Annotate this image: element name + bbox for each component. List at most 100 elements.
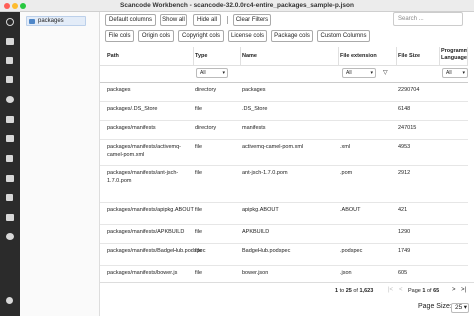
header-path[interactable]: Path (107, 47, 194, 65)
header-file-size[interactable]: File Size (398, 47, 440, 65)
cell-path: packages/manifests (107, 125, 156, 131)
file-info-icon[interactable] (6, 57, 13, 64)
nav-sidebar (0, 12, 20, 316)
row-range: 1 to 25 of 1,623 (335, 288, 374, 294)
packages-icon[interactable] (6, 116, 14, 123)
cell-name: APKBUILD (242, 229, 270, 235)
maximize-window-icon[interactable] (20, 3, 26, 9)
filter-icon[interactable]: ▽ (383, 69, 388, 76)
table-row[interactable]: packages/manifests/apipkg.ABOUT file apipk… (100, 203, 468, 225)
custom-columns-button[interactable]: Custom Columns (317, 30, 370, 42)
default-columns-button[interactable]: Default columns (105, 14, 156, 26)
about-icon[interactable] (6, 233, 14, 240)
cell-type: file (195, 248, 203, 254)
cell-name: BadgeHub.podspec (242, 248, 291, 254)
cell-ext: .ABOUT (340, 207, 361, 213)
table-row[interactable]: packages/manifests/bower.js file bower.jso… (100, 266, 468, 282)
show-all-button[interactable]: Show all (160, 14, 187, 26)
cell-type: file (195, 270, 203, 276)
cell-size: 247015 (398, 125, 417, 131)
header-type[interactable]: Type (195, 47, 241, 65)
folder-icon (29, 18, 35, 24)
header-file-extension[interactable]: File extension (340, 47, 397, 65)
cell-type: file (195, 170, 203, 176)
copyright-cols-button[interactable]: Copyright cols (178, 30, 224, 42)
next-page-icon[interactable]: > (452, 287, 456, 293)
close-window-icon[interactable] (4, 3, 10, 9)
first-page-icon[interactable]: |< (388, 287, 393, 293)
cell-name: manifests (242, 125, 266, 131)
hide-all-button[interactable]: Hide all (193, 14, 221, 26)
cell-type: file (195, 229, 203, 235)
type-filter-select[interactable]: All ▾ (196, 68, 228, 78)
clear-filters-button[interactable]: Clear Filters (233, 14, 271, 26)
license-cols-button[interactable]: License cols (228, 30, 267, 42)
package-cols-button[interactable]: Package cols (271, 30, 313, 42)
table-row[interactable]: packages/.DS_Store file .DS_Store 6148 (100, 102, 468, 121)
cell-type: file (195, 144, 203, 150)
cell-path: packages/manifests/bower.js (107, 270, 178, 276)
filter-row (100, 65, 468, 83)
header-programming-language[interactable]: Programm Language (441, 47, 468, 65)
cell-name: bower.json (242, 270, 269, 276)
cell-name: activemq-camel-pom.xml (242, 144, 304, 150)
table-row[interactable]: packages/manifests/activemq-camel-pom.xm… (100, 140, 468, 166)
cell-size: 2912 (398, 170, 411, 176)
page-size-bar: Page Size: 25 ▾ (100, 300, 474, 316)
cell-size: 421 (398, 207, 408, 213)
table-view-icon[interactable] (6, 38, 14, 45)
chart-icon[interactable] (6, 175, 14, 182)
cell-path: packages/manifests/APKBUILD (107, 229, 185, 235)
license-icon[interactable] (6, 76, 13, 83)
window-titlebar: Scancode Workbench - scancode-32.0.0rc4-… (0, 0, 474, 12)
cell-name: apipkg.ABOUT (242, 207, 279, 213)
window-title: Scancode Workbench - scancode-32.0.0rc4-… (120, 2, 354, 9)
home-icon[interactable] (6, 18, 14, 26)
header-name[interactable]: Name (242, 47, 339, 65)
cell-type: file (195, 106, 203, 112)
cell-type: directory (195, 87, 217, 93)
detections-icon[interactable] (6, 194, 13, 201)
page-size-select[interactable]: 25 ▾ (451, 303, 469, 313)
search-input[interactable]: Search ... (393, 12, 463, 26)
file-cols-button[interactable]: File cols (105, 30, 134, 42)
cell-path: packages/manifests/ant-jsch-1.7.0.pom (107, 170, 179, 184)
origin-cols-button[interactable]: Origin cols (138, 30, 174, 42)
cell-size: 2290704 (398, 87, 420, 93)
cell-ext: .pom (340, 170, 353, 176)
page-indicator: Page 1 of 65 (408, 288, 440, 294)
last-page-icon[interactable]: >| (461, 287, 466, 293)
page-size-label: Page Size: (418, 303, 452, 310)
extension-filter-select[interactable]: All ▾ (342, 68, 376, 78)
prev-page-icon[interactable]: < (399, 287, 403, 293)
cell-size: 1749 (398, 248, 411, 254)
dependencies-icon[interactable] (6, 135, 14, 142)
cell-type: directory (195, 125, 217, 131)
copyright-icon[interactable] (6, 96, 14, 103)
cell-path: packages (107, 87, 131, 93)
files-table: Path Type Name File extension File Size … (100, 47, 468, 282)
table-row[interactable]: packages/manifests directory manifests 2470… (100, 121, 468, 140)
table-row[interactable]: packages/manifests/APKBUILD file APKBUILD 1… (100, 225, 468, 244)
theme-toggle-icon[interactable] (6, 297, 13, 304)
cell-name: ant-jsch-1.7.0.pom (242, 170, 288, 176)
cell-size: 1290 (398, 229, 411, 235)
tree-item-packages[interactable]: packages (26, 16, 86, 26)
cell-size: 4953 (398, 144, 411, 150)
cell-name: packages (242, 87, 266, 93)
cell-ext: .json (340, 270, 352, 276)
cell-size: 6148 (398, 106, 411, 112)
minimize-window-icon[interactable] (12, 3, 18, 9)
table-row[interactable]: packages/manifests/BadgeHub.podspec file B… (100, 244, 468, 266)
toolbar-divider (227, 16, 228, 24)
table-row[interactable]: packages directory packages 2290704 (100, 83, 468, 102)
cell-ext: .xml (340, 144, 351, 150)
pagination-bar: 1 to 25 of 1,623 |< < Page 1 of 65 > >| (100, 282, 474, 300)
cell-ext: .podspec (340, 248, 363, 254)
cell-type: file (195, 207, 203, 213)
language-filter-select[interactable]: All ▾ (442, 68, 468, 78)
table-row[interactable]: packages/manifests/ant-jsch-1.7.0.pom fil… (100, 166, 468, 203)
conclusions-icon[interactable] (6, 214, 14, 221)
scan-info-icon[interactable] (6, 155, 13, 162)
cell-path: packages/.DS_Store (107, 106, 158, 112)
